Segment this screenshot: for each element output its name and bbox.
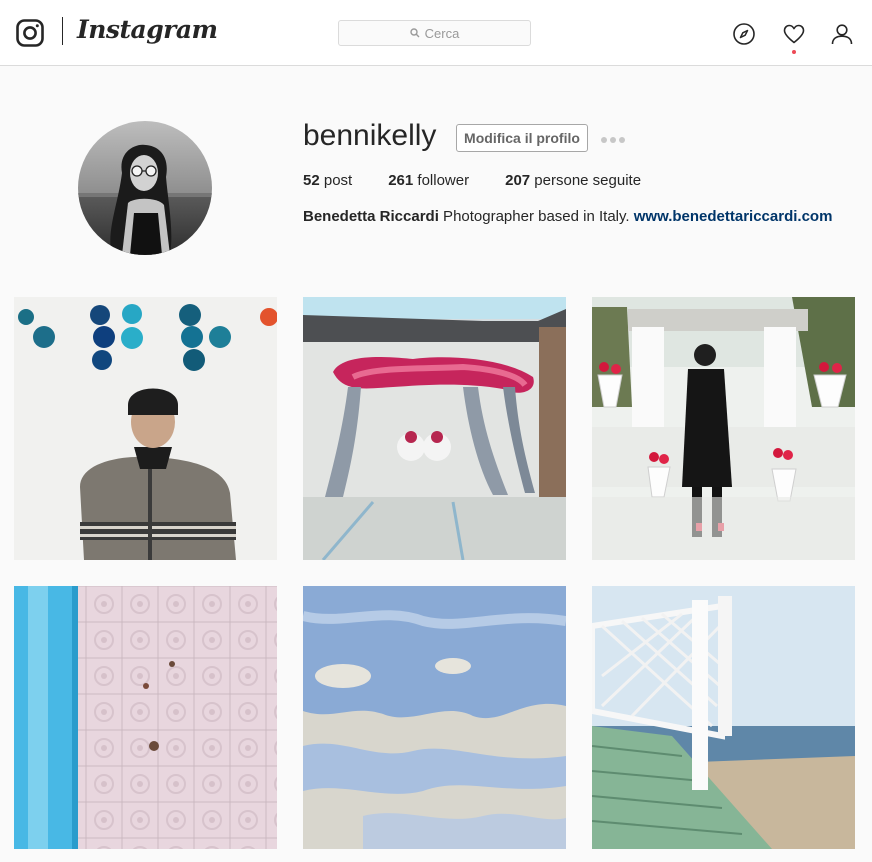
heart-icon[interactable] (782, 22, 806, 46)
compass-icon[interactable] (732, 22, 756, 46)
options-button[interactable] (601, 137, 625, 143)
profile-stats: 52 post 261 follower 207 persone seguite (303, 172, 677, 189)
post-thumbnail[interactable] (592, 297, 855, 560)
post-thumbnail[interactable] (14, 586, 277, 849)
instagram-camera-icon[interactable] (16, 19, 44, 47)
profile-username: bennikelly (303, 119, 437, 152)
logo-divider (62, 17, 63, 45)
profile-bio: Benedetta Riccardi Photographer based in… (303, 208, 832, 225)
search-input[interactable]: Cerca (338, 20, 531, 46)
post-thumbnail[interactable] (303, 297, 566, 560)
followers-count: 261 (388, 172, 414, 189)
options-dot (601, 137, 607, 143)
profile-avatar[interactable] (78, 121, 212, 255)
post-image (303, 586, 566, 849)
post-image (14, 297, 277, 560)
post-image (592, 586, 855, 849)
search-icon (409, 28, 420, 38)
search-placeholder: Cerca (424, 25, 460, 41)
posts-label: post (319, 172, 353, 189)
post-image (303, 297, 566, 560)
user-icon[interactable] (830, 22, 854, 46)
post-thumbnail[interactable] (14, 297, 277, 560)
posts-count: 52 (303, 172, 320, 189)
notification-dot (792, 50, 796, 54)
posts-stat: 52 post (303, 172, 352, 189)
following-label: persone seguite (530, 172, 642, 189)
website-link[interactable]: www.benedettariccardi.com (634, 208, 833, 225)
post-image (592, 297, 855, 560)
top-navigation-bar: Instagram Cerca (0, 0, 872, 66)
options-dot (619, 137, 625, 143)
bio-text: Photographer based in Italy. (438, 208, 634, 225)
post-thumbnail[interactable] (592, 586, 855, 849)
post-thumbnail[interactable] (303, 586, 566, 849)
profile-full-name: Benedetta Riccardi (303, 208, 439, 225)
edit-profile-button[interactable]: Modifica il profilo (456, 124, 588, 152)
following-stat[interactable]: 207 persone seguite (505, 172, 641, 189)
followers-stat[interactable]: 261 follower (388, 172, 469, 189)
options-dot (610, 137, 616, 143)
following-count: 207 (505, 172, 531, 189)
post-image (14, 586, 277, 849)
instagram-wordmark[interactable]: Instagram (77, 15, 218, 44)
followers-label: follower (413, 172, 470, 189)
